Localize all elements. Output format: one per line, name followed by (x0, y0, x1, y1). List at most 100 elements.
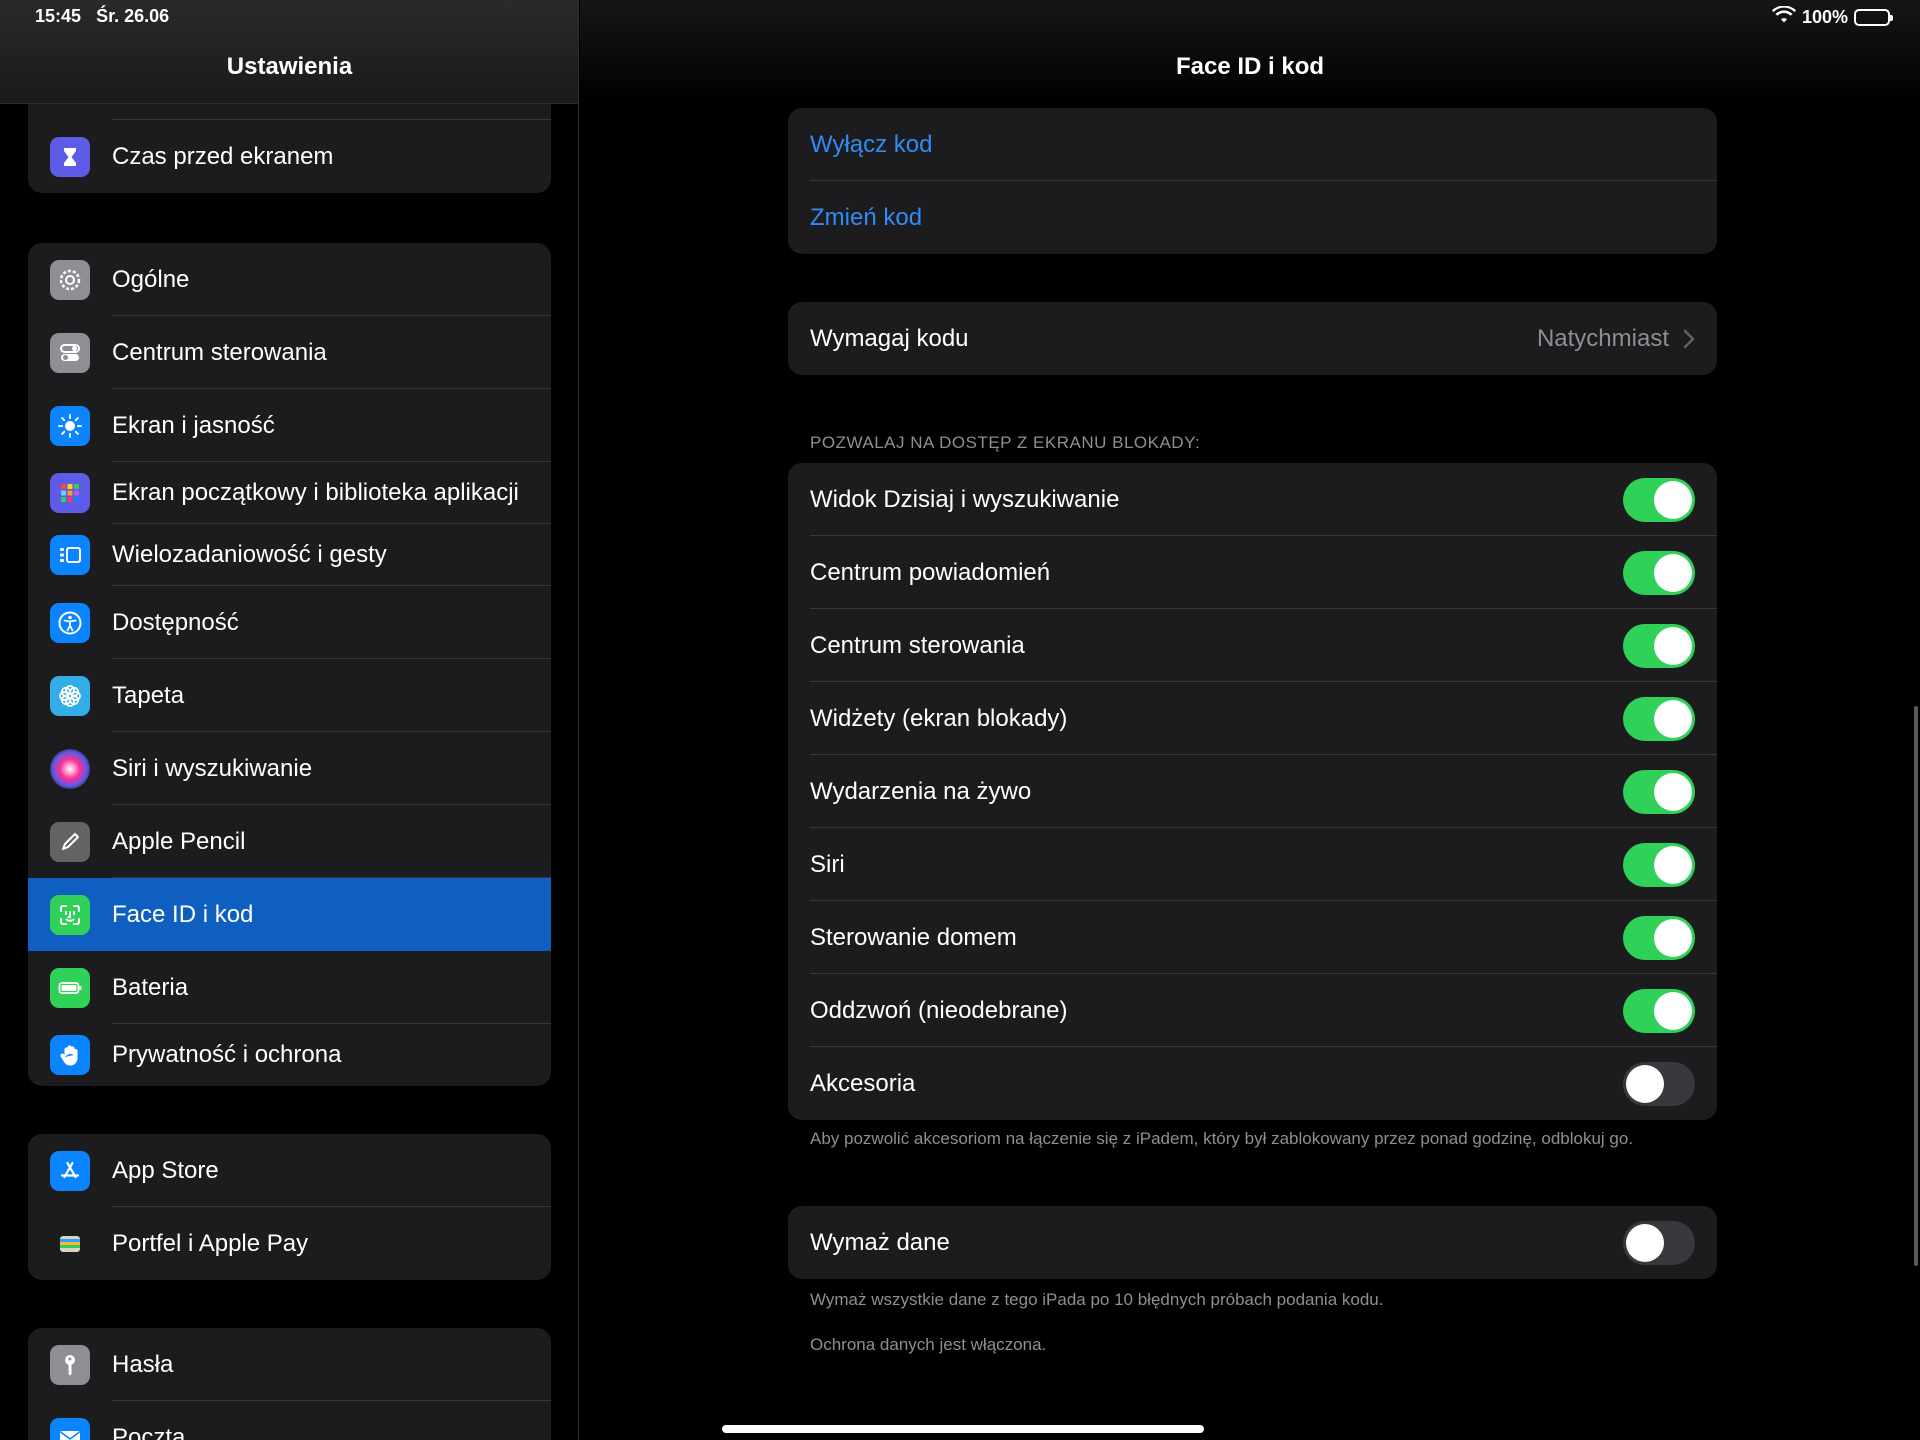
sidebar-item-ekran-poczatkowy[interactable]: Ekran początkowy i biblioteka aplikacji (28, 462, 551, 524)
sidebar-item-poczta[interactable]: Poczta (28, 1401, 551, 1440)
pencil-icon (50, 821, 90, 862)
sidebar-group-general: Ogólne Centrum sterowania Ekran i jasnoś… (28, 243, 551, 1086)
sidebar-item-label: Czas przed ekranem (112, 142, 334, 170)
sidebar-item-centrum-sterowania[interactable]: Centrum sterowania (28, 316, 551, 389)
sidebar-item-label: Siri i wyszukiwanie (112, 754, 313, 782)
require-passcode-card: Wymagaj kodu Natychmiast (788, 302, 1717, 375)
data-protection-footnote: Ochrona danych jest włączona. (810, 1335, 1047, 1354)
notification-center-toggle[interactable] (1623, 550, 1695, 595)
flower-icon (50, 675, 90, 716)
sidebar-item-app-store[interactable]: App Store (28, 1134, 551, 1207)
row-value: Natychmiast (1537, 325, 1695, 353)
home-indicator[interactable] (722, 1425, 1204, 1433)
row-label: Sterowanie domem (810, 923, 1017, 951)
sidebar-item-face-id[interactable]: Face ID i kod (28, 878, 551, 951)
sidebar-item-label: Poczta (112, 1423, 186, 1440)
turn-passcode-off-button[interactable]: Wyłącz kod (788, 108, 1717, 181)
toggle-row-widgets: Widżety (ekran blokady) (788, 682, 1717, 755)
sidebar-item-portfel[interactable]: Portfel i Apple Pay (28, 1207, 551, 1280)
battery-percent: 100% (1801, 7, 1848, 27)
toggle-row-control-center: Centrum sterowania (788, 609, 1717, 682)
page-title: Face ID i kod (1175, 53, 1325, 80)
row-label: Akcesoria (810, 1069, 916, 1097)
toggle-row-today-view: Widok Dzisiaj i wyszukiwanie (788, 463, 1717, 536)
sidebar-item-hasla[interactable]: Hasła (28, 1328, 551, 1401)
require-passcode-row[interactable]: Wymagaj kodu Natychmiast (788, 302, 1717, 375)
row-label: Wydarzenia na żywo (810, 777, 1032, 805)
sidebar-item-label: Face ID i kod (112, 900, 254, 928)
sidebar-item-bateria[interactable]: Bateria (28, 951, 551, 1024)
sidebar-group-passwords: Hasła Poczta (28, 1328, 551, 1440)
status-time-date: 15:45 Śr. 26.06 (35, 6, 169, 27)
status-date: Śr. 26.06 (96, 6, 170, 26)
hourglass-icon (50, 136, 90, 177)
sidebar-item-ogolne[interactable]: Ogólne (28, 243, 551, 316)
home-control-toggle[interactable] (1623, 915, 1695, 960)
sun-icon (50, 405, 90, 446)
toggle-row-return-missed-calls: Oddzwoń (nieodebrane) (788, 974, 1717, 1047)
siri-icon (50, 748, 90, 789)
control-center-toggle[interactable] (1623, 623, 1695, 668)
sidebar-item-tapeta[interactable]: Tapeta (28, 659, 551, 732)
hand-icon (50, 1035, 90, 1075)
section-header-lock-screen: POZWALAJ NA DOSTĘP Z EKRANU BLOKADY: (810, 433, 1201, 452)
toggle-row-notification-center: Centrum powiadomień (788, 536, 1717, 609)
scrollbar[interactable] (1914, 706, 1918, 1266)
row-label: Zmień kod (810, 203, 923, 231)
row-label: Siri (810, 850, 845, 878)
wifi-icon (1771, 5, 1796, 29)
today-view-toggle[interactable] (1623, 477, 1695, 522)
erase-data-footnote: Wymaż wszystkie dane z tego iPada po 10 … (810, 1290, 1384, 1309)
sidebar-item-wielozadaniowosc[interactable]: Wielozadaniowość i gesty (28, 524, 551, 586)
sidebar-item-czas-przed-ekranem[interactable]: Czas przed ekranem (28, 120, 551, 193)
sidebar-item-label: Dostępność (112, 608, 239, 636)
accessories-toggle[interactable] (1623, 1061, 1695, 1106)
sidebar-item-label: Hasła (112, 1350, 174, 1378)
toggle-row-accessories: Akcesoria (788, 1047, 1717, 1120)
sidebar-item-label: Apple Pencil (112, 827, 246, 855)
row-label: Widżety (ekran blokady) (810, 704, 1068, 732)
sidebar-group-store: App Store Portfel i Apple Pay (28, 1134, 551, 1280)
key-icon (50, 1344, 90, 1385)
sidebar-item-prywatnosc[interactable]: Prywatność i ochrona (28, 1024, 551, 1086)
app-store-icon (50, 1150, 90, 1191)
sidebar-title: Ustawienia (226, 53, 353, 80)
live-activities-toggle[interactable] (1623, 769, 1695, 814)
app-grid-icon (50, 473, 90, 513)
row-label: Widok Dzisiaj i wyszukiwanie (810, 485, 1120, 513)
mail-icon (50, 1417, 90, 1440)
battery-status-icon (1854, 9, 1893, 26)
row-label: Oddzwoń (nieodebrane) (810, 996, 1068, 1024)
status-time: 15:45 (35, 6, 82, 26)
sidebar-item-label: Bateria (112, 973, 189, 1001)
sidebar-item-label: Ekran początkowy i biblioteka aplikacji (112, 479, 519, 506)
sidebar-item-siri[interactable]: Siri i wyszukiwanie (28, 732, 551, 805)
row-label: Centrum sterowania (810, 631, 1025, 659)
status-right: 100% (1771, 5, 1893, 29)
sidebar-item-label: Ogólne (112, 265, 190, 293)
row-label: Wymagaj kodu (810, 324, 969, 352)
main-header: Face ID i kod (580, 0, 1920, 104)
sidebar-item-label: Portfel i Apple Pay (112, 1229, 309, 1257)
sidebar-item-ekran-i-jasnosc[interactable]: Ekran i jasność (28, 389, 551, 462)
sidebar-item-apple-pencil[interactable]: Apple Pencil (28, 805, 551, 878)
face-id-icon (50, 894, 90, 935)
erase-data-toggle[interactable] (1623, 1220, 1695, 1265)
change-passcode-button[interactable]: Zmień kod (788, 181, 1717, 254)
sidebar-item-label: Tapeta (112, 681, 185, 709)
chevron-right-icon (1683, 329, 1695, 348)
sidebar-item-label: App Store (112, 1156, 219, 1184)
widgets-toggle[interactable] (1623, 696, 1695, 741)
toggle-row-live-activities: Wydarzenia na żywo (788, 755, 1717, 828)
toggle-row-siri: Siri (788, 828, 1717, 901)
return-missed-calls-toggle[interactable] (1623, 988, 1695, 1033)
sidebar-item-label: Wielozadaniowość i gesty (112, 541, 387, 568)
sidebar: Ustawienia Czas przed ekranem Ogólne Cen… (0, 0, 579, 1440)
sidebar-item-dostepnosc[interactable]: Dostępność (28, 586, 551, 659)
siri-toggle[interactable] (1623, 842, 1695, 887)
erase-data-card: Wymaż dane (788, 1206, 1717, 1279)
gear-icon (50, 259, 90, 300)
toggle-row-erase-data: Wymaż dane (788, 1206, 1717, 1279)
multitasking-icon (50, 535, 90, 575)
require-passcode-value: Natychmiast (1536, 324, 1669, 352)
